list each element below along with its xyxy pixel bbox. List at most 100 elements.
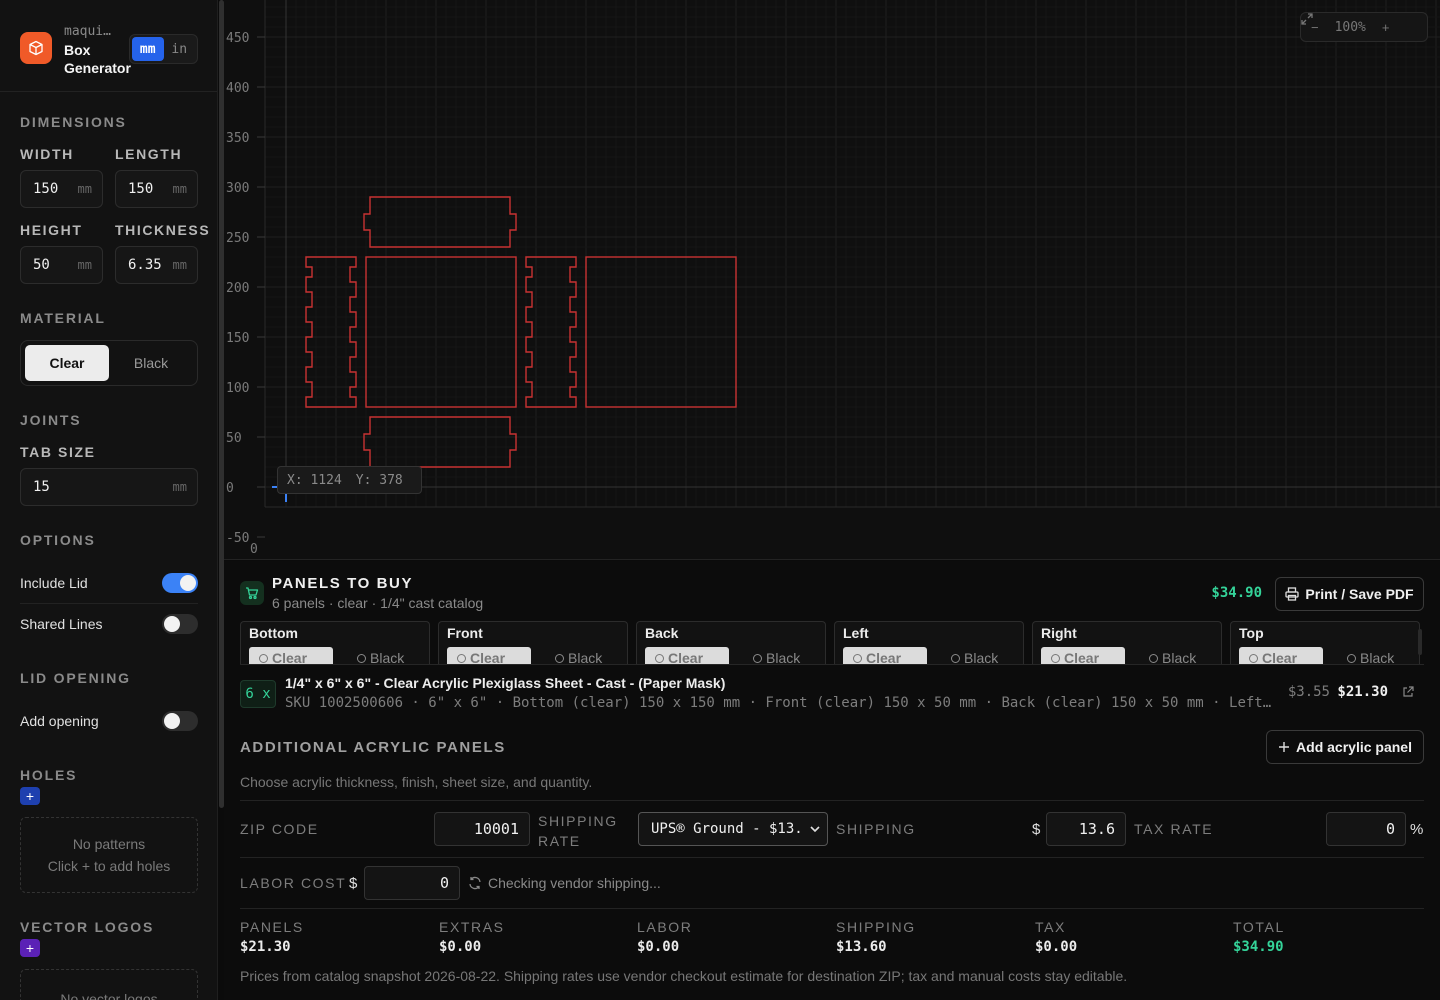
panel-strip-scrollbar[interactable] [1418, 629, 1422, 655]
panel-clear-option[interactable]: Clear [843, 647, 927, 665]
panel-card-back: Back Clear Black [636, 621, 826, 665]
panel-clear-label: Clear [470, 650, 506, 665]
print-pdf-label: Print / Save PDF [1305, 586, 1414, 602]
shipping-cost-input[interactable]: 13.6 [1046, 812, 1126, 846]
cursor-x: X: 1124 [287, 472, 342, 488]
labor-cost-label: LABOR COST [240, 875, 347, 891]
radio-icon [853, 653, 862, 663]
y-tick-label: 150 [226, 331, 249, 346]
shared-lines-toggle[interactable] [162, 614, 198, 634]
width-unit: mm [77, 182, 92, 196]
summary-value: $13.60 [836, 939, 887, 955]
zip-code-label: ZIP CODE [240, 821, 319, 837]
divider [240, 857, 1424, 858]
x-tick-0: 0 [250, 542, 258, 557]
plus-icon [1279, 742, 1290, 752]
panel-black-option[interactable]: Black [743, 647, 821, 665]
panel-name: Bottom [249, 625, 298, 641]
sku-title: 1/4" x 6" x 6" - Clear Acrylic Plexiglas… [285, 675, 726, 691]
front-panel [365, 256, 517, 408]
thickness-label: THICKNESS [115, 222, 211, 238]
summary-tax: TAX $0.00 [1035, 919, 1215, 955]
material-black-button[interactable]: Black [109, 345, 193, 381]
height-value: 50 [33, 257, 50, 273]
panel-clear-label: Clear [272, 650, 308, 665]
height-label: HEIGHT [20, 222, 83, 238]
external-link-icon[interactable] [1402, 685, 1414, 703]
height-unit: mm [77, 258, 92, 272]
design-canvas[interactable]: 450 400 350 300 250 200 150 100 50 0 -50 0 − 100% … [224, 0, 1440, 560]
add-logo-button[interactable]: + [20, 939, 40, 957]
unit-in-button[interactable]: in [164, 37, 196, 61]
shipping-rate-value: UPS® Ground - $13.60 [651, 821, 801, 837]
labor-cost-input[interactable]: 0 [364, 866, 460, 900]
sidebar-divider [0, 91, 217, 92]
thickness-input[interactable]: 6.35 mm [115, 246, 198, 284]
panel-black-label: Black [964, 650, 999, 665]
panel-clear-option[interactable]: Clear [447, 647, 531, 665]
zoom-in-button[interactable]: + [1372, 13, 1400, 41]
summary-key: EXTRAS [439, 919, 505, 935]
panel-black-option[interactable]: Black [941, 647, 1019, 665]
back-panel [585, 256, 737, 408]
divider [240, 908, 1424, 909]
zip-code-input[interactable]: 10001 [434, 812, 530, 846]
radio-icon [259, 653, 268, 663]
panel-black-option[interactable]: Black [545, 647, 623, 665]
panel-name: Front [447, 625, 483, 641]
add-hole-button[interactable]: + [20, 787, 40, 805]
tab-size-unit: mm [172, 480, 187, 494]
panel-black-option[interactable]: Black [1337, 647, 1415, 665]
material-clear-button[interactable]: Clear [25, 345, 109, 381]
pricing-footnote: Prices from catalog snapshot 2026-08-22.… [240, 968, 1128, 984]
add-opening-toggle[interactable] [162, 711, 198, 731]
brand-subtitle: maqui… [64, 24, 111, 39]
holes-title: HOLES [20, 767, 78, 783]
panel-clear-option[interactable]: Clear [249, 647, 333, 665]
height-input[interactable]: 50 mm [20, 246, 103, 284]
holes-empty-state: No patterns Click + to add holes [20, 817, 198, 893]
include-lid-toggle[interactable] [162, 573, 198, 593]
panel-name: Top [1239, 625, 1264, 641]
shared-lines-label: Shared Lines [20, 616, 103, 632]
additional-panels-title: ADDITIONAL ACRYLIC PANELS [240, 739, 506, 756]
summary-value: $21.30 [240, 939, 291, 955]
lid-opening-title: LID OPENING [20, 670, 131, 686]
length-label: LENGTH [115, 146, 183, 162]
radio-icon [951, 653, 960, 663]
radio-icon [753, 653, 762, 663]
tax-rate-input[interactable]: 0 [1326, 812, 1406, 846]
unit-toggle: mm in [129, 34, 198, 64]
add-acrylic-panel-button[interactable]: Add acrylic panel [1266, 730, 1424, 764]
tab-size-input[interactable]: 15 mm [20, 468, 198, 506]
panel-clear-label: Clear [866, 650, 902, 665]
panel-clear-option[interactable]: Clear [1041, 647, 1125, 665]
y-tick-label: 50 [226, 431, 242, 446]
panel-clear-option[interactable]: Clear [645, 647, 729, 665]
logos-empty-title: No vector logos [60, 991, 158, 1000]
print-pdf-button[interactable]: Print / Save PDF [1275, 577, 1424, 611]
length-input[interactable]: 150 mm [115, 170, 198, 208]
shipping-cost-label: SHIPPING [836, 821, 916, 837]
shipping-rate-select[interactable]: UPS® Ground - $13.60 [638, 812, 828, 846]
summary-labor: LABOR $0.00 [637, 919, 817, 955]
panel-card-bottom: Bottom Clear Black [240, 621, 430, 665]
panel-black-option[interactable]: Black [347, 647, 425, 665]
panel-clear-option[interactable]: Clear [1239, 647, 1323, 665]
panel-card-front: Front Clear Black [438, 621, 628, 665]
chevron-down-icon [810, 826, 820, 833]
shipping-currency: $ [1032, 821, 1041, 838]
width-input[interactable]: 150 mm [20, 170, 103, 208]
expand-icon[interactable] [1301, 13, 1427, 41]
printer-icon [1285, 587, 1300, 601]
length-unit: mm [172, 182, 187, 196]
summary-panels: PANELS $21.30 [240, 919, 420, 955]
summary-key: LABOR [637, 919, 693, 935]
panel-black-option[interactable]: Black [1139, 647, 1217, 665]
width-label: WIDTH [20, 146, 74, 162]
unit-mm-button[interactable]: mm [132, 37, 164, 61]
panels-to-buy-title: PANELS TO BUY [272, 575, 414, 592]
thickness-unit: mm [172, 258, 187, 272]
tab-size-value: 15 [33, 479, 50, 495]
panel-card-left: Left Clear Black [834, 621, 1024, 665]
